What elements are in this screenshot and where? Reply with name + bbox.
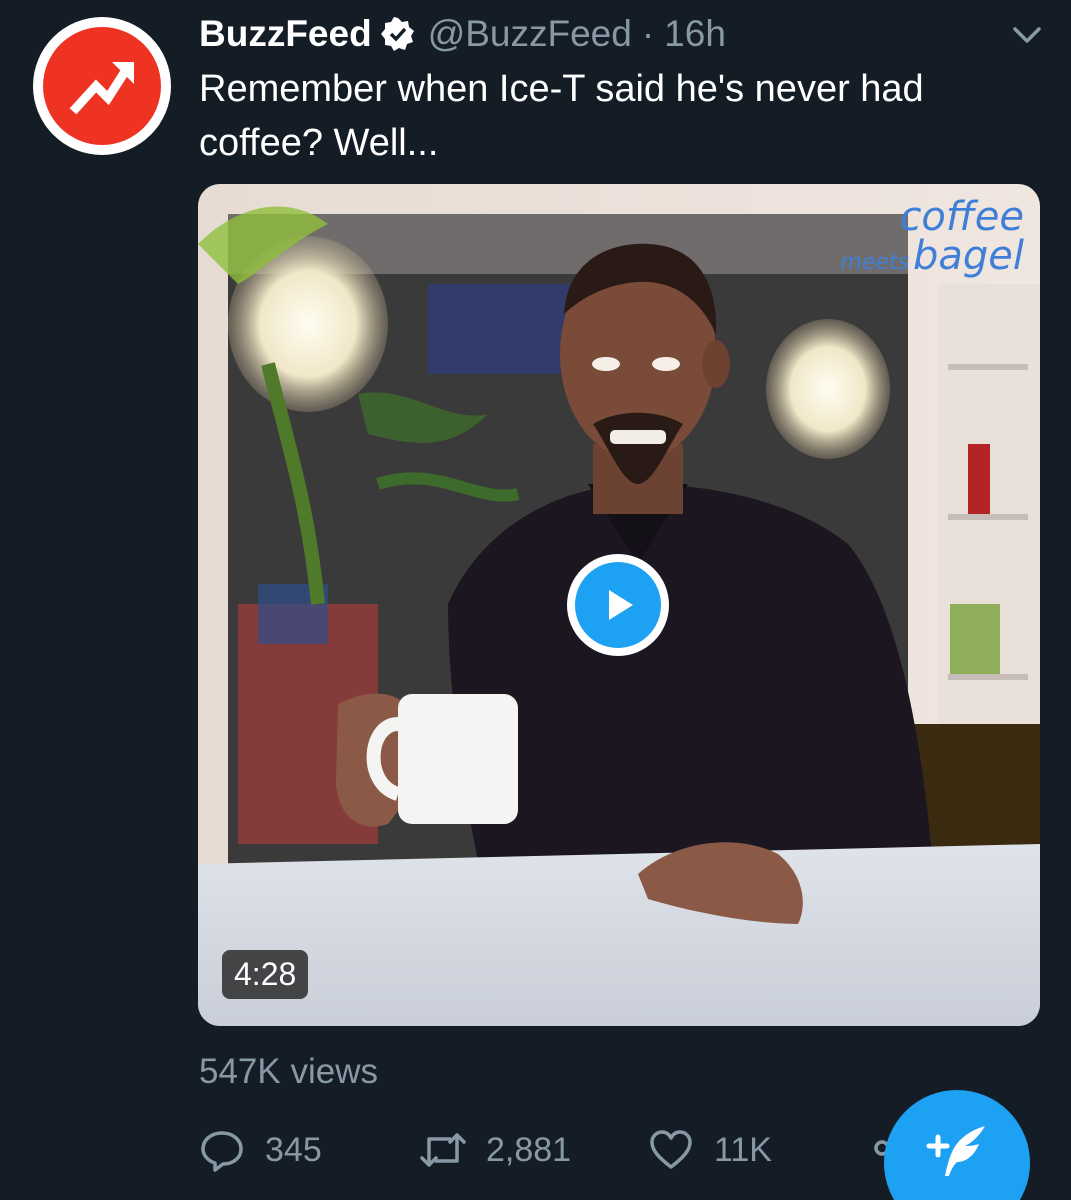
author-handle[interactable]: @BuzzFeed	[428, 13, 632, 55]
tweet-timestamp[interactable]: 16h	[664, 13, 726, 55]
heart-icon	[650, 1130, 692, 1169]
view-count: 547K views	[199, 1052, 378, 1091]
tweet-screen: BuzzFeed @BuzzFeed · 16h Remember when I…	[0, 0, 1071, 1200]
buzzfeed-trending-arrow-icon	[43, 27, 161, 145]
chevron-down-icon[interactable]	[1010, 22, 1044, 48]
retweet-button[interactable]: 2,881	[420, 1124, 571, 1176]
watermark-meets: meets	[840, 250, 909, 275]
verified-badge-icon	[380, 17, 414, 51]
watermark-coffee: coffee	[899, 194, 1024, 240]
play-icon	[575, 562, 661, 648]
reply-count: 345	[265, 1130, 322, 1169]
video-player[interactable]: coffee meets bagel 4:28	[198, 184, 1040, 1026]
tweet-header: BuzzFeed @BuzzFeed · 16h	[199, 10, 726, 58]
avatar[interactable]	[33, 17, 171, 155]
video-duration-badge: 4:28	[222, 950, 309, 999]
reply-button[interactable]: 345	[199, 1124, 322, 1176]
retweet-icon	[420, 1133, 466, 1167]
tweet-text: Remember when Ice-T said he's never had …	[199, 68, 924, 164]
play-button[interactable]	[567, 554, 669, 656]
compose-tweet-button[interactable]	[884, 1090, 1030, 1200]
reply-icon	[201, 1131, 243, 1172]
brand-watermark: coffee meets bagel	[840, 194, 1024, 279]
watermark-bagel: bagel	[912, 233, 1024, 279]
display-name[interactable]: BuzzFeed	[199, 13, 372, 55]
like-button[interactable]: 11K	[648, 1124, 772, 1176]
separator-dot: ·	[641, 13, 655, 54]
retweet-count: 2,881	[486, 1130, 572, 1169]
compose-tweet-icon	[926, 1126, 985, 1176]
like-count: 11K	[714, 1130, 772, 1169]
